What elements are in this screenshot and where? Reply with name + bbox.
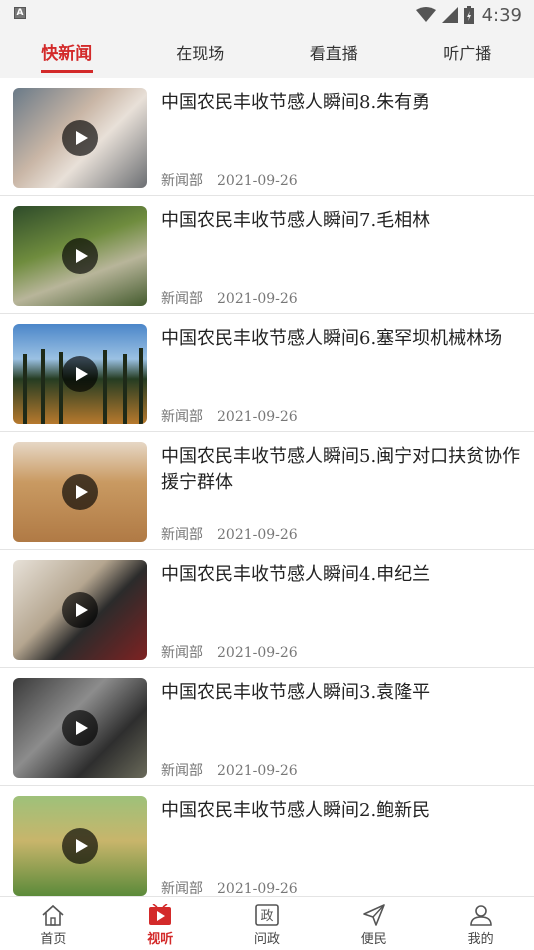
nav-politics-label: 问政 — [253, 932, 280, 947]
video-thumbnail[interactable] — [13, 560, 147, 660]
news-source: 新闻部 — [161, 881, 203, 897]
news-source: 新闻部 — [161, 527, 203, 543]
news-date: 2021-09-26 — [217, 173, 298, 189]
status-bar: A 4:39 — [0, 0, 534, 30]
news-title[interactable]: 中国农民丰收节感人瞬间6.塞罕坝机械林场 — [161, 326, 521, 352]
tab-zai-xianchang[interactable]: 在现场 — [134, 30, 268, 78]
news-title[interactable]: 中国农民丰收节感人瞬间8.朱有勇 — [161, 90, 521, 116]
video-icon — [149, 904, 172, 925]
news-date: 2021-09-26 — [217, 763, 298, 779]
news-meta: 新闻部 2021-09-26 — [161, 878, 298, 898]
politics-icon: 政 — [255, 904, 279, 926]
play-icon[interactable] — [62, 120, 98, 156]
video-thumbnail[interactable] — [13, 324, 147, 424]
battery-icon — [463, 6, 474, 24]
tab-kuai-xinwen[interactable]: 快新闻 — [0, 30, 134, 78]
play-icon[interactable] — [62, 710, 98, 746]
tab-ting-guangbo[interactable]: 听广播 — [401, 30, 534, 78]
tab-kan-zhibo[interactable]: 看直播 — [267, 30, 401, 78]
news-source: 新闻部 — [161, 173, 203, 189]
news-source: 新闻部 — [161, 763, 203, 779]
nav-home[interactable]: 首页 — [0, 897, 107, 950]
top-tab-bar: 快新闻 在现场 看直播 听广播 — [0, 30, 534, 78]
news-title[interactable]: 中国农民丰收节感人瞬间2.鲍新民 — [161, 798, 521, 824]
list-item[interactable]: 中国农民丰收节感人瞬间6.塞罕坝机械林场 新闻部 2021-09-26 — [0, 314, 534, 432]
list-item[interactable]: 中国农民丰收节感人瞬间7.毛相林 新闻部 2021-09-26 — [0, 196, 534, 314]
news-title[interactable]: 中国农民丰收节感人瞬间4.申纪兰 — [161, 562, 521, 588]
news-meta: 新闻部 2021-09-26 — [161, 288, 298, 308]
news-source: 新闻部 — [161, 645, 203, 661]
user-icon — [469, 905, 492, 926]
news-meta: 新闻部 2021-09-26 — [161, 170, 298, 190]
news-meta: 新闻部 2021-09-26 — [161, 406, 298, 426]
bottom-nav: 首页 视听 政 问政 便民 我的 — [0, 896, 534, 950]
list-item[interactable]: 中国农民丰收节感人瞬间5.闽宁对口扶贫协作援宁群体 新闻部 2021-09-26 — [0, 432, 534, 550]
news-meta: 新闻部 2021-09-26 — [161, 524, 298, 544]
nav-services[interactable]: 便民 — [320, 897, 427, 950]
news-list: 中国农民丰收节感人瞬间8.朱有勇 新闻部 2021-09-26 中国农民丰收节感人… — [0, 78, 534, 904]
nav-video-label: 视听 — [147, 932, 174, 947]
video-thumbnail[interactable] — [13, 442, 147, 542]
news-meta: 新闻部 2021-09-26 — [161, 760, 298, 780]
nav-mine[interactable]: 我的 — [427, 897, 534, 950]
news-title[interactable]: 中国农民丰收节感人瞬间7.毛相林 — [161, 208, 521, 234]
status-time: 4:39 — [481, 4, 522, 26]
nav-video[interactable]: 视听 — [107, 897, 214, 950]
news-date: 2021-09-26 — [217, 527, 298, 543]
video-thumbnail[interactable] — [13, 88, 147, 188]
news-title[interactable]: 中国农民丰收节感人瞬间3.袁隆平 — [161, 680, 521, 706]
svg-text:政: 政 — [260, 909, 273, 924]
play-icon[interactable] — [62, 592, 98, 628]
video-thumbnail[interactable] — [13, 206, 147, 306]
news-meta: 新闻部 2021-09-26 — [161, 642, 298, 662]
list-item[interactable]: 中国农民丰收节感人瞬间2.鲍新民 新闻部 2021-09-26 — [0, 786, 534, 904]
status-icons: 4:39 — [415, 3, 522, 27]
nav-politics[interactable]: 政 问政 — [214, 897, 321, 950]
notification-icon: A — [14, 7, 26, 19]
play-icon[interactable] — [62, 828, 98, 864]
signal-icon — [441, 7, 458, 23]
wifi-icon — [415, 7, 436, 22]
play-icon[interactable] — [62, 474, 98, 510]
video-thumbnail[interactable] — [13, 796, 147, 896]
play-icon[interactable] — [62, 356, 98, 392]
news-date: 2021-09-26 — [217, 645, 298, 661]
news-date: 2021-09-26 — [217, 291, 298, 307]
news-source: 新闻部 — [161, 409, 203, 425]
nav-home-label: 首页 — [40, 932, 67, 947]
list-item[interactable]: 中国农民丰收节感人瞬间3.袁隆平 新闻部 2021-09-26 — [0, 668, 534, 786]
news-date: 2021-09-26 — [217, 881, 298, 897]
nav-mine-label: 我的 — [467, 932, 494, 947]
news-title[interactable]: 中国农民丰收节感人瞬间5.闽宁对口扶贫协作援宁群体 — [161, 444, 521, 496]
list-item[interactable]: 中国农民丰收节感人瞬间4.申纪兰 新闻部 2021-09-26 — [0, 550, 534, 668]
send-icon — [362, 904, 385, 926]
nav-services-label: 便民 — [360, 932, 387, 947]
news-date: 2021-09-26 — [217, 409, 298, 425]
list-item[interactable]: 中国农民丰收节感人瞬间8.朱有勇 新闻部 2021-09-26 — [0, 78, 534, 196]
play-icon[interactable] — [62, 238, 98, 274]
news-source: 新闻部 — [161, 291, 203, 307]
video-thumbnail[interactable] — [13, 678, 147, 778]
home-icon — [42, 904, 64, 926]
